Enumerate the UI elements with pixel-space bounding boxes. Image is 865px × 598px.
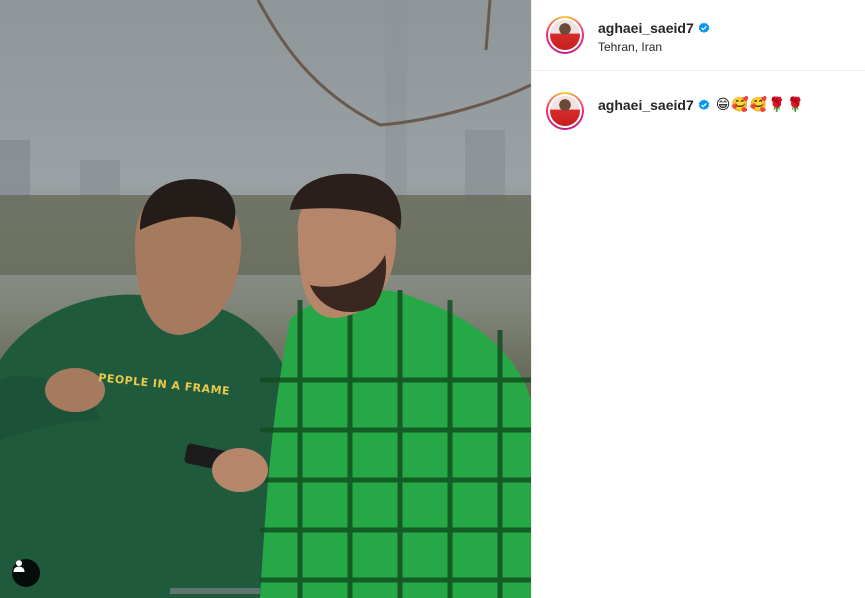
avatar-image [550, 96, 580, 126]
caption-author-avatar[interactable] [546, 92, 584, 130]
post-details-panel: aghaei_saeid7 Tehran, Iran aghaei_saeid7… [531, 0, 865, 598]
caption-text: 😁🥰🥰🌹🌹 [715, 96, 806, 112]
author-username: aghaei_saeid7 [598, 20, 694, 36]
post-caption: aghaei_saeid7 😁🥰🥰🌹🌹 [598, 96, 805, 113]
post-photo[interactable]: PEOPLE IN A FRAME [0, 0, 531, 598]
caption-username-link[interactable]: aghaei_saeid7 [598, 97, 710, 113]
caption-username: aghaei_saeid7 [598, 96, 694, 113]
tagged-users-button[interactable] [12, 559, 40, 587]
verified-badge-icon [698, 22, 710, 33]
avatar-image [550, 20, 580, 50]
location-link[interactable]: Tehran, Iran [598, 40, 662, 54]
post-header: aghaei_saeid7 Tehran, Iran [532, 0, 865, 71]
author-avatar[interactable] [546, 16, 584, 54]
verified-badge-icon [698, 99, 710, 110]
photo-scene [0, 0, 531, 598]
author-username-link[interactable]: aghaei_saeid7 [598, 20, 710, 36]
